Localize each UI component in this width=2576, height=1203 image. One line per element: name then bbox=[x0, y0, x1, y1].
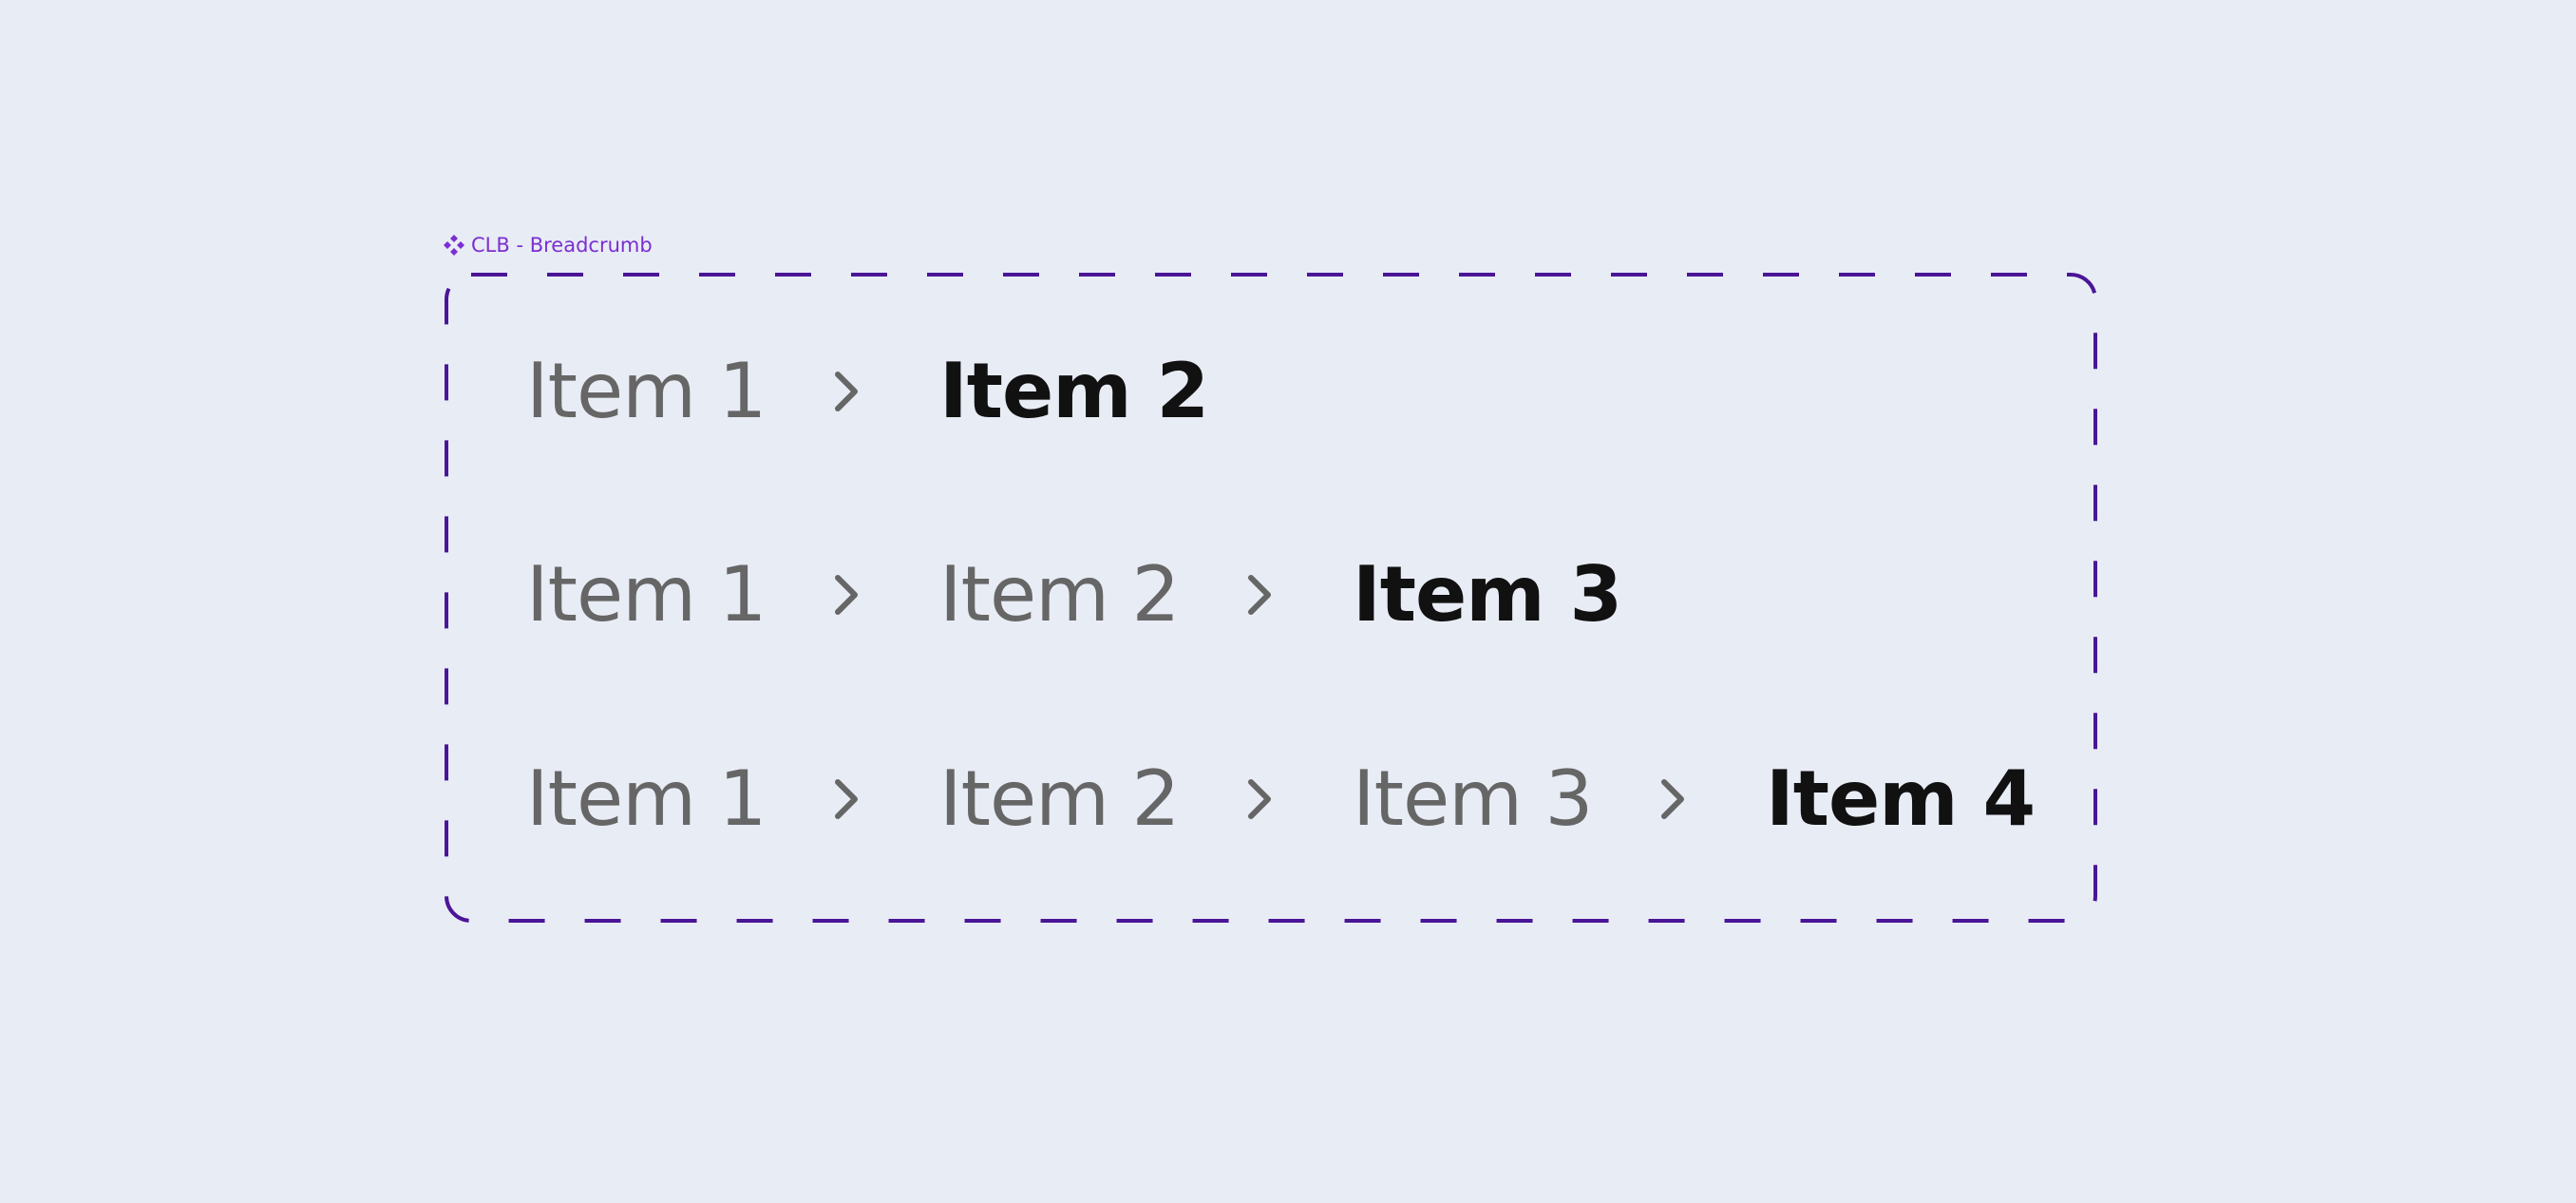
chevron-right-icon bbox=[1175, 756, 1345, 842]
breadcrumb-2-items: Item 1 Item 2 bbox=[526, 347, 1209, 435]
component-diamond-icon bbox=[443, 234, 465, 257]
breadcrumb-current-item: Item 2 bbox=[939, 347, 1209, 435]
breadcrumb-current-item: Item 3 bbox=[1353, 550, 1622, 639]
component-label: CLB - Breadcrumb bbox=[443, 232, 653, 258]
breadcrumb-link-item-1[interactable]: Item 1 bbox=[526, 349, 769, 434]
chevron-right-icon bbox=[762, 756, 932, 842]
breadcrumb-component-frame: Item 1 Item 2 Item 1 Item 2 Item 3 Item … bbox=[445, 273, 2097, 923]
breadcrumb-link-item-2[interactable]: Item 2 bbox=[939, 756, 1183, 842]
chevron-right-icon bbox=[762, 349, 932, 434]
breadcrumb-current-item: Item 4 bbox=[1766, 754, 2036, 843]
component-label-text: CLB - Breadcrumb bbox=[471, 234, 653, 257]
breadcrumb-3-items: Item 1 Item 2 Item 3 bbox=[526, 550, 1622, 639]
breadcrumb-4-items: Item 1 Item 2 Item 3 Item 4 bbox=[526, 754, 2036, 843]
breadcrumb-link-item-1[interactable]: Item 1 bbox=[526, 552, 769, 638]
chevron-right-icon bbox=[1175, 552, 1345, 638]
breadcrumb-link-item-1[interactable]: Item 1 bbox=[526, 756, 769, 842]
chevron-right-icon bbox=[1588, 756, 1758, 842]
breadcrumb-link-item-3[interactable]: Item 3 bbox=[1353, 756, 1596, 842]
breadcrumb-link-item-2[interactable]: Item 2 bbox=[939, 552, 1183, 638]
chevron-right-icon bbox=[762, 552, 932, 638]
